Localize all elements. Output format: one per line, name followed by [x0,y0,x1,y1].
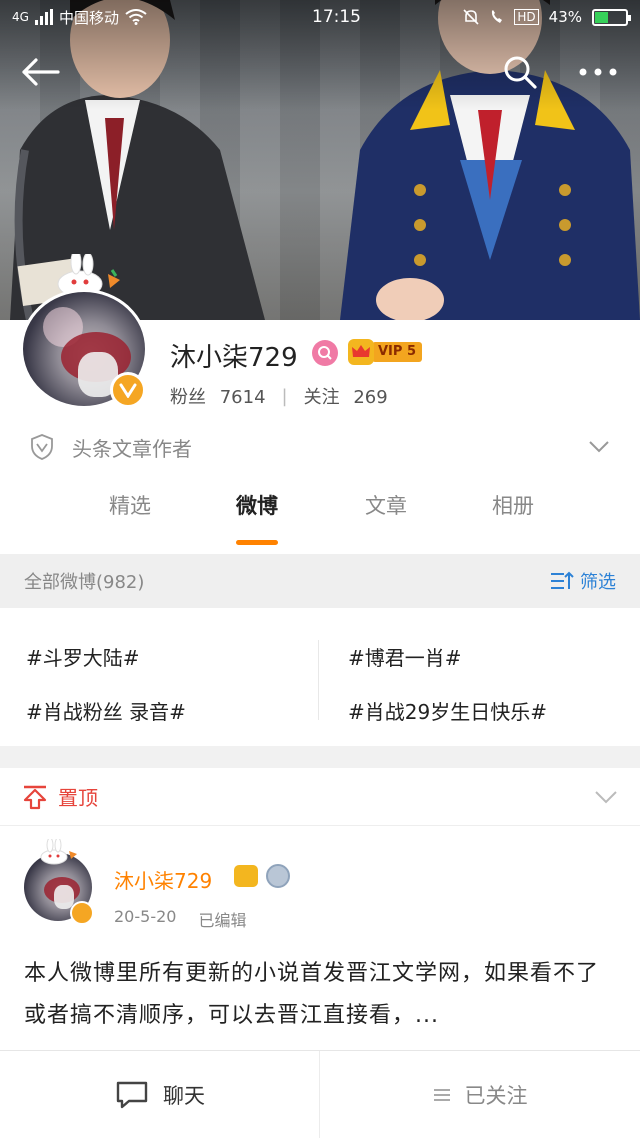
weibo-post[interactable]: 沐小柒729 20-5-20 已编辑 本人微博里所有更新的小说首发晋江文学网，如… [0,827,640,1051]
back-button[interactable] [18,50,62,94]
authorship-row[interactable]: 头条文章作者 [0,424,640,470]
section-gap [0,746,640,768]
magnifier-badge-icon[interactable] [312,340,338,366]
medal-icon [266,864,290,888]
followed-button[interactable]: 已关注 [320,1051,640,1138]
mute-bell-icon [463,9,479,25]
tab-articles[interactable]: 文章 [362,490,410,520]
profile-tabs: 精选 微博 文章 相册 [0,490,640,550]
search-button[interactable] [498,50,542,94]
post-author-name[interactable]: 沐小柒729 [114,865,212,894]
back-arrow-icon [22,58,60,86]
filter-button[interactable]: 筛选 [550,568,616,594]
hd-indicator: HD [514,9,539,25]
pinned-label: 置顶 [58,786,98,810]
following-link[interactable]: 关注 269 [304,383,388,409]
verified-badge-icon [110,372,146,408]
wifi-icon [125,9,147,25]
network-type: 4G [12,10,29,24]
menu-lines-icon [433,1089,450,1101]
battery-fill [595,11,608,23]
status-time: 17:15 [312,7,361,27]
post-body: 本人微博里所有更新的小说首发晋江文学网，如果看不了或者搞不清顺序，可以去晋江直接… [24,961,600,1028]
followed-label: 已关注 [464,1084,528,1108]
more-button[interactable] [576,50,620,94]
following-label: 关注 [303,387,340,408]
status-bar: 4G 中国移动 17:15 HD 43% [0,0,640,34]
battery-icon [592,8,631,26]
topic-link[interactable]: #斗罗大陆# [26,642,140,671]
all-weibo-count: 全部微博(982) [24,572,145,593]
following-count: 269 [353,387,388,408]
stats-divider: | [281,385,288,407]
topic-link[interactable]: #博君一肖# [348,642,462,671]
topic-link[interactable]: #肖战29岁生日快乐# [348,696,547,725]
profile-stats: 粉丝 7614 | 关注 269 [170,383,388,409]
verified-badge-icon [70,901,94,925]
call-icon [492,10,503,23]
followers-count: 7614 [219,387,266,408]
battery-percent: 43% [548,8,582,26]
tab-featured[interactable]: 精选 [104,490,156,520]
tab-weibo[interactable]: 微博 [230,490,284,520]
chevron-down-icon[interactable] [588,440,610,454]
rabbit-sticker-icon [40,839,77,865]
bottom-divider [319,1051,320,1138]
tab-album[interactable]: 相册 [486,490,540,520]
pinned-row[interactable]: 置顶 [0,768,640,826]
vip-crown-icon [234,865,258,887]
shield-icon [31,434,53,460]
post-date: 20-5-20 [114,907,177,926]
authorship-label: 头条文章作者 [72,436,192,461]
active-tab-indicator [236,540,278,545]
more-dots-icon [579,68,617,76]
search-icon [504,56,537,89]
chat-button[interactable]: 聊天 [0,1051,320,1138]
topic-link[interactable]: #肖战粉丝 录音# [26,696,186,725]
bottom-action-bar: 聊天 已关注 [0,1050,640,1138]
vip-level: VIP 5 [372,342,422,362]
topic-grid: #斗罗大陆# #博君一肖# #肖战粉丝 录音# #肖战29岁生日快乐# [0,610,640,746]
chat-bubble-icon [116,1081,148,1109]
vip-badge[interactable]: VIP 5 [348,339,422,365]
filter-label: 筛选 [580,572,616,593]
followers-label: 粉丝 [170,387,206,408]
weibo-filter-bar: 全部微博(982) 筛选 [0,554,640,608]
topic-divider [318,640,319,720]
post-meta: 20-5-20 已编辑 [114,907,246,931]
post-edited-label[interactable]: 已编辑 [198,907,246,931]
followers-link[interactable]: 粉丝 7614 [170,383,266,409]
pin-top-icon [23,785,47,809]
chevron-down-icon[interactable] [594,790,618,804]
carrier-name: 中国移动 [58,8,119,27]
profile-nickname: 沐小柒729 [170,343,298,373]
signal-icon [34,9,53,25]
vip-crown-icon [348,339,374,365]
filter-icon [551,571,574,589]
chat-label: 聊天 [163,1084,205,1108]
